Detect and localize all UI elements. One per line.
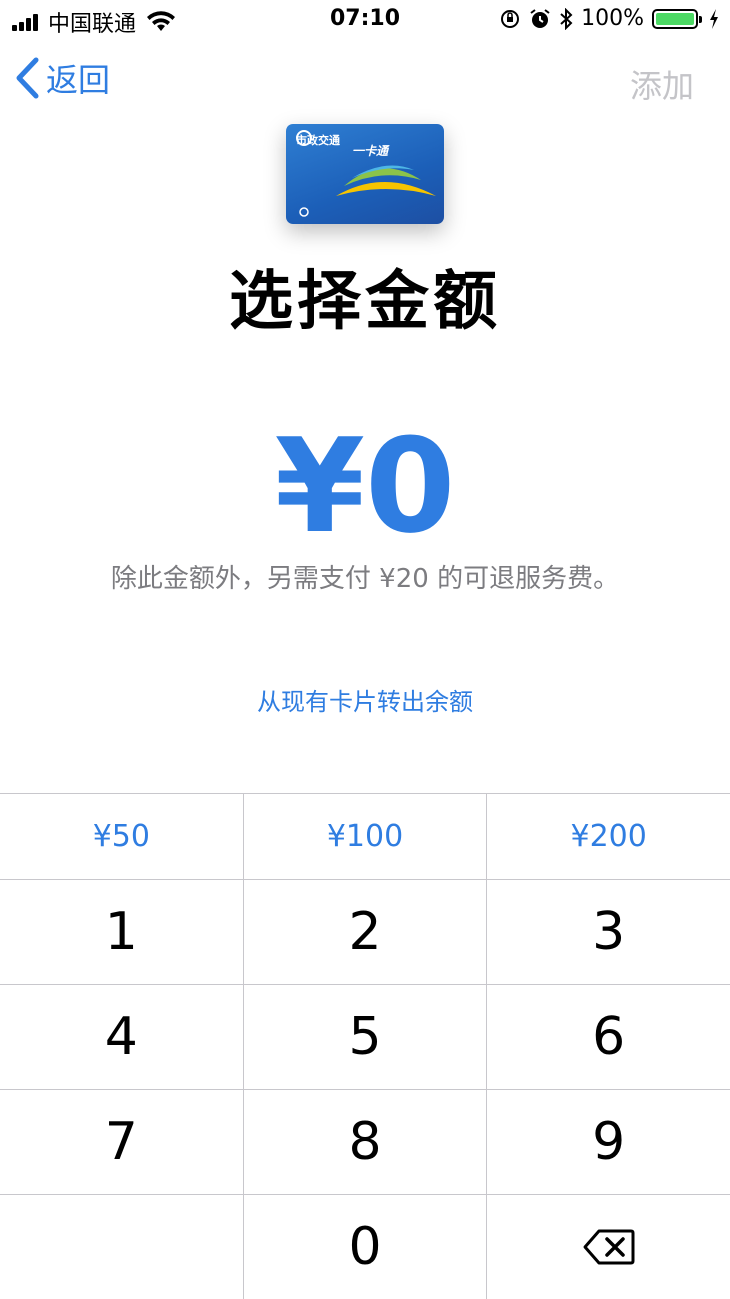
keypad-row: 0 <box>0 1195 730 1299</box>
card-logo-art <box>296 130 436 217</box>
bluetooth-icon <box>560 7 573 30</box>
status-right: 100% <box>491 6 720 31</box>
keypad-row: 4 5 6 <box>0 985 730 1090</box>
quick-amount-row: ¥50 ¥100 ¥200 <box>0 794 730 880</box>
charging-icon <box>710 8 718 29</box>
battery-icon <box>652 8 702 29</box>
status-bar: 中国联通 07:10 100% <box>0 0 730 40</box>
delete-button[interactable] <box>487 1195 730 1299</box>
amount-display: ¥0 <box>274 410 456 562</box>
quick-amount-200-button[interactable]: ¥200 <box>487 794 730 879</box>
keypad-row: 7 8 9 <box>0 1090 730 1195</box>
amount-keypad: ¥50 ¥100 ¥200 1 2 3 4 5 6 7 8 9 0 <box>0 793 730 1299</box>
key-6-button[interactable]: 6 <box>487 985 730 1089</box>
key-5-button[interactable]: 5 <box>244 985 488 1089</box>
battery-percent: 100% <box>581 6 644 31</box>
page-title: 选择金额 <box>229 265 501 339</box>
service-fee-note: 除此金额外，另需支付 ¥20 的可退服务费。 <box>110 564 620 594</box>
key-7-button[interactable]: 7 <box>0 1090 244 1194</box>
quick-amount-50-button[interactable]: ¥50 <box>0 794 244 879</box>
quick-amount-100-button[interactable]: ¥100 <box>244 794 488 879</box>
key-3-button[interactable]: 3 <box>487 880 730 984</box>
add-button[interactable]: 添加 <box>630 61 694 107</box>
key-8-button[interactable]: 8 <box>244 1090 488 1194</box>
key-4-button[interactable]: 4 <box>0 985 244 1089</box>
orientation-lock-icon <box>501 9 520 28</box>
back-label: 返回 <box>46 61 111 99</box>
alarm-icon <box>530 8 550 28</box>
back-button[interactable]: 返回 <box>14 55 110 101</box>
navigation-bar: 返回 添加 <box>0 55 730 110</box>
key-2-button[interactable]: 2 <box>244 880 488 984</box>
transfer-balance-link[interactable]: 从现有卡片转出余额 <box>0 682 730 717</box>
keypad-row: 1 2 3 <box>0 880 730 985</box>
transit-card-image: 市政交通 一卡通 <box>286 124 444 224</box>
chevron-left-icon <box>16 57 39 99</box>
key-9-button[interactable]: 9 <box>487 1090 730 1194</box>
key-1-button[interactable]: 1 <box>0 880 244 984</box>
key-0-button[interactable]: 0 <box>244 1195 488 1299</box>
backspace-icon <box>583 1229 635 1265</box>
key-empty <box>0 1195 244 1299</box>
